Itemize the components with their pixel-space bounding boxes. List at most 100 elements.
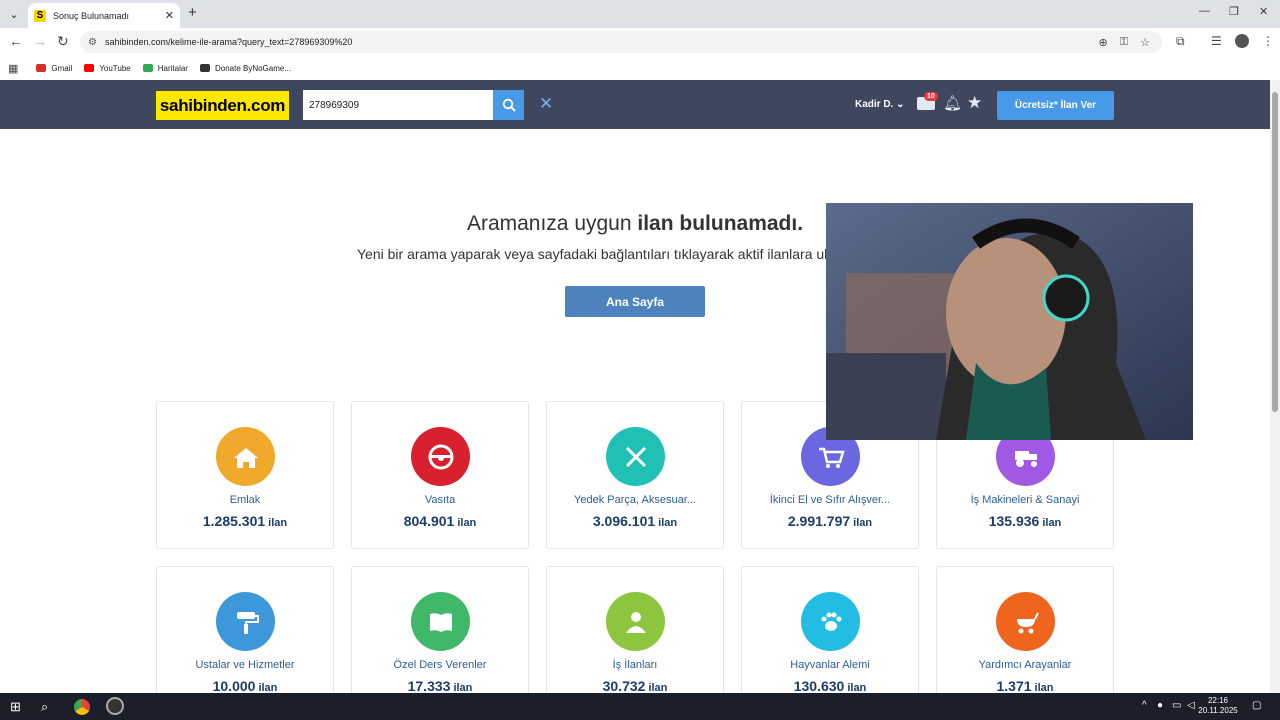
paint-roller-icon — [236, 611, 259, 634]
title-bold: ilan bulunamadı. — [637, 212, 804, 235]
extensions-icon[interactable]: ⧉ — [1176, 34, 1185, 49]
password-key-icon[interactable]: ⚿ — [1120, 36, 1128, 49]
browser-tab[interactable]: S Sonuç Bulunamadı ✕ — [28, 3, 180, 28]
category-icon-circle — [606, 592, 665, 651]
zoom-icon[interactable]: ⊕ — [1099, 36, 1108, 49]
favorites-star-icon[interactable]: ★ — [967, 93, 982, 113]
youtube-icon — [84, 64, 95, 72]
obs-icon[interactable] — [106, 697, 124, 715]
reload-icon[interactable]: ↻ — [57, 33, 69, 50]
new-tab-icon[interactable]: + — [188, 4, 197, 21]
category-count-unit: ilan — [658, 517, 678, 529]
microphone-icon[interactable]: ● — [1157, 700, 1163, 711]
category-name[interactable]: Hayvanlar Alemi — [742, 659, 918, 671]
volume-icon[interactable]: ◁ — [1187, 700, 1195, 711]
category-count: 135.936 ilan — [937, 513, 1113, 529]
category-name[interactable]: İş İlanları — [547, 659, 723, 671]
search-taskbar-icon[interactable]: ⌕ — [41, 699, 48, 715]
category-card[interactable]: Yardımcı Arayanlar 1.371 ilan — [936, 566, 1114, 714]
category-count: 130.630 ilan — [742, 678, 918, 694]
category-name[interactable]: Ustalar ve Hizmetler — [157, 659, 333, 671]
category-name[interactable]: İş Makineleri & Sanayi — [937, 494, 1113, 506]
category-card[interactable]: İş İlanları 30.732 ilan — [546, 566, 724, 714]
scrollbar-thumb[interactable] — [1272, 92, 1278, 412]
bookmark-maps[interactable]: Haritalar — [142, 64, 188, 73]
category-count-unit: ilan — [268, 517, 288, 529]
category-count: 10.000 ilan — [157, 678, 333, 694]
minimize-icon[interactable]: — — [1199, 5, 1210, 17]
window-close-icon[interactable]: ✕ — [1259, 5, 1268, 18]
category-name[interactable]: Yedek Parça, Aksesuar... — [547, 494, 723, 506]
profile-avatar[interactable] — [1235, 34, 1249, 48]
house-icon — [233, 447, 258, 468]
category-count-value: 1.285.301 — [202, 513, 266, 529]
category-name[interactable]: Emlak — [157, 494, 333, 506]
tab-search-icon[interactable]: ⌄ — [4, 4, 24, 24]
sahibinden-favicon: S — [34, 9, 46, 22]
category-count-value: 2.991.797 — [787, 513, 851, 529]
search-input[interactable] — [303, 90, 493, 120]
post-listing-button[interactable]: Ücretsiz* İlan Ver — [997, 91, 1114, 120]
title-prefix: Aramanıza uygun — [466, 212, 638, 235]
category-icon-circle — [801, 592, 860, 651]
clear-search-icon[interactable]: ✕ — [539, 94, 553, 114]
bookmark-youtube[interactable]: YouTube — [84, 63, 131, 73]
tab-title: Sonuç Bulunamadı — [53, 10, 130, 21]
forward-icon[interactable]: → — [33, 33, 47, 49]
search-button[interactable] — [493, 90, 524, 120]
bookmark-donate[interactable]: Donate ByNoGame... — [199, 63, 292, 73]
site-logo[interactable]: sahibinden.com — [156, 91, 289, 120]
category-card[interactable]: Vasıta 804.901 ilan — [351, 401, 529, 549]
category-count-value: 1.371 — [996, 678, 1032, 694]
category-icon-circle — [216, 592, 275, 651]
category-name[interactable]: Özel Ders Verenler — [352, 659, 528, 671]
site-info-icon[interactable]: ⚙ — [88, 37, 97, 48]
bookmark-label: Donate ByNoGame... — [214, 63, 292, 73]
apps-grid-icon[interactable]: ▦ — [8, 62, 18, 75]
category-card[interactable]: Yedek Parça, Aksesuar... 3.096.101 ilan — [546, 401, 724, 549]
home-button[interactable]: Ana Sayfa — [565, 286, 705, 317]
tray-expand-icon[interactable]: ^ — [1142, 700, 1147, 711]
restore-icon[interactable]: ❐ — [1229, 5, 1239, 18]
category-count-unit: ilan — [853, 517, 873, 529]
bookmark-label: YouTube — [99, 63, 131, 73]
category-card[interactable]: Emlak 1.285.301 ilan — [156, 401, 334, 549]
tab-close-icon[interactable]: ✕ — [165, 9, 174, 22]
bookmarks-bar: ▦ Gmail YouTube Haritalar Donate ByNoGam… — [0, 56, 1280, 80]
category-name[interactable]: Vasıta — [352, 494, 528, 506]
tractor-icon — [1014, 450, 1037, 467]
back-icon[interactable]: ← — [9, 33, 23, 49]
notifications-bell-icon[interactable]: 🔔︎ — [943, 94, 962, 112]
category-count-value: 130.630 — [793, 678, 845, 694]
page-scrollbar[interactable] — [1270, 80, 1280, 693]
bynogame-icon — [199, 64, 210, 72]
category-name[interactable]: Yardımcı Arayanlar — [937, 659, 1113, 671]
category-count: 17.333 ilan — [352, 678, 528, 694]
omnibox[interactable]: ⚙ sahibinden.com/kelime-ile-arama?query_… — [80, 31, 1162, 53]
system-clock[interactable]: 22:16 20.11.2025 — [1198, 696, 1238, 716]
category-count: 2.991.797 ilan — [742, 513, 918, 529]
category-icon-circle — [411, 592, 470, 651]
category-card[interactable]: Hayvanlar Alemi 130.630 ilan — [741, 566, 919, 714]
category-count-unit: ilan — [457, 517, 477, 529]
chrome-icon[interactable] — [74, 699, 90, 715]
start-icon[interactable]: ⊞ — [10, 699, 21, 715]
category-card[interactable]: Ustalar ve Hizmetler 10.000 ilan — [156, 566, 334, 714]
category-icon-circle — [411, 427, 470, 486]
user-menu[interactable]: Kadir D. ⌄ — [855, 99, 905, 110]
media-icon[interactable]: ☰ — [1211, 34, 1222, 48]
category-count: 1.285.301 ilan — [157, 513, 333, 529]
category-count: 3.096.101 ilan — [547, 513, 723, 529]
network-icon[interactable]: ▭ — [1172, 700, 1181, 711]
search-icon — [502, 98, 516, 112]
menu-icon[interactable]: ⋮ — [1262, 34, 1274, 48]
page-subtitle: Yeni bir arama yaparak veya sayfadaki ba… — [357, 246, 827, 262]
bookmark-star-icon[interactable]: ☆ — [1140, 36, 1150, 49]
url-text[interactable]: sahibinden.com/kelime-ile-arama?query_te… — [105, 37, 1099, 47]
notification-center-icon[interactable]: ▢ — [1252, 700, 1261, 711]
category-card[interactable]: Özel Ders Verenler 17.333 ilan — [351, 566, 529, 714]
category-name[interactable]: İkinci El ve Sıfır Alışver... — [742, 494, 918, 506]
person-icon — [625, 611, 646, 633]
book-icon — [429, 612, 452, 632]
bookmark-gmail[interactable]: Gmail — [36, 64, 72, 73]
